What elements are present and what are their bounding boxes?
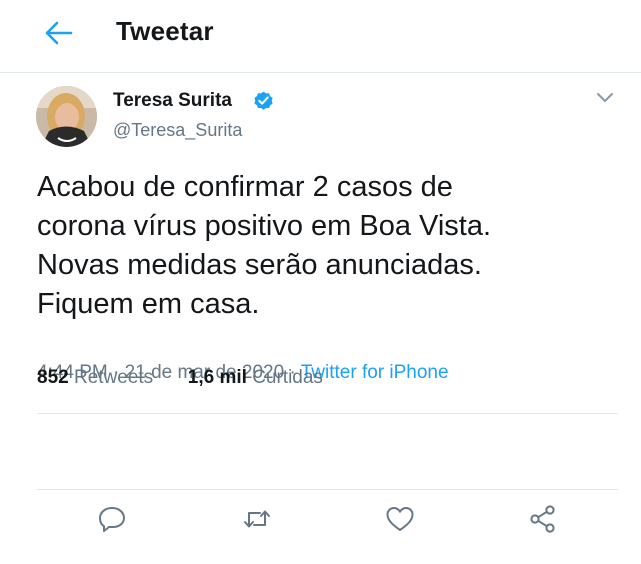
share-icon: [530, 505, 555, 533]
tweet-actions: [0, 494, 641, 554]
divider: [37, 489, 618, 490]
reply-button[interactable]: [95, 502, 129, 536]
tweet-text: Acabou de confirmar 2 casos de corona ví…: [37, 171, 492, 320]
verified-badge-icon: [254, 91, 273, 110]
top-bar: Tweetar: [0, 0, 641, 73]
retweets-count: 852: [37, 367, 69, 388]
retweets-stat[interactable]: 852 Retweets: [37, 367, 158, 388]
retweets-label: Retweets: [73, 367, 154, 388]
arrow-left-icon: [45, 21, 73, 45]
reply-icon: [99, 507, 125, 532]
profile-photo: [36, 86, 97, 147]
likes-label: Curtidas: [252, 367, 323, 388]
tweet-stats: 852 Retweets 1,6 mil Curtidas: [37, 367, 323, 389]
divider: [37, 413, 618, 414]
retweet-icon: [244, 510, 270, 528]
likes-stat[interactable]: 1,6 mil Curtidas: [188, 367, 323, 388]
author-handle[interactable]: @Teresa_Surita: [113, 120, 242, 141]
retweet-button[interactable]: [240, 502, 274, 536]
avatar[interactable]: [36, 86, 97, 147]
author-name[interactable]: Teresa Surita: [113, 90, 232, 112]
chevron-down-icon[interactable]: [595, 91, 615, 105]
share-button[interactable]: [526, 502, 560, 536]
like-icon: [386, 507, 414, 531]
back-button[interactable]: [44, 20, 74, 46]
like-button[interactable]: [383, 502, 417, 536]
likes-count: 1,6 mil: [187, 367, 247, 388]
page-title: Tweetar: [116, 16, 214, 46]
